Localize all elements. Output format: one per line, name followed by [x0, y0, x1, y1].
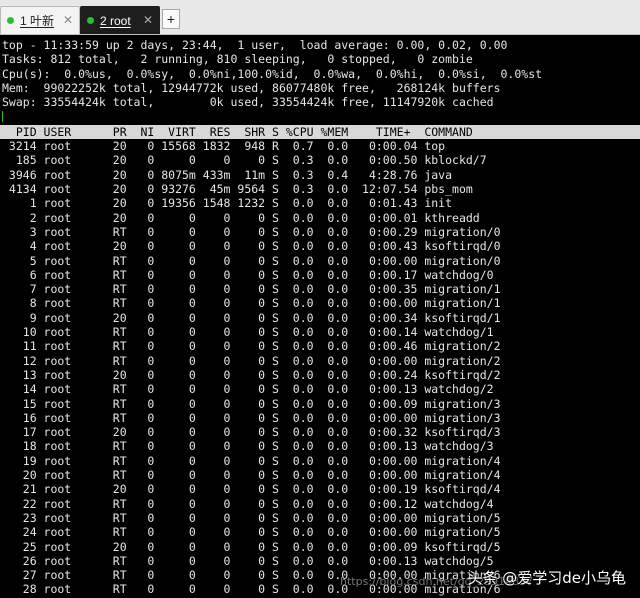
process-row: 3214 root 20 0 15568 1832 948 R 0.7 0.0 … — [2, 139, 446, 154]
process-row: 2 root 20 0 0 0 0 S 0.0 0.0 0:00.01 kthr… — [2, 210, 480, 225]
process-table-header: PID USER PR NI VIRT RES SHR S %CPU %MEM … — [0, 124, 640, 140]
process-row: 8 root RT 0 0 0 0 S 0.0 0.0 0:00.00 migr… — [2, 296, 501, 311]
terminal-cursor — [2, 111, 3, 122]
process-row: 15 root RT 0 0 0 0 S 0.0 0.0 0:00.09 mig… — [2, 396, 501, 411]
process-row: 20 root RT 0 0 0 0 S 0.0 0.0 0:00.00 mig… — [2, 468, 501, 482]
summary-line: Tasks: 812 total, 2 running, 810 sleepin… — [2, 52, 473, 67]
summary-line: Cpu(s): 0.0%us, 0.0%sy, 0.0%ni,100.0%id,… — [2, 66, 543, 81]
process-row: 10 root RT 0 0 0 0 S 0.0 0.0 0:00.14 wat… — [2, 325, 494, 339]
close-icon[interactable]: ✕ — [63, 13, 73, 27]
tab-label: 2 root — [100, 13, 131, 28]
tab-session-2[interactable]: 2 root ✕ — [80, 6, 160, 34]
tab-bar: 1 叶新 ✕ 2 root ✕ + — [0, 0, 640, 35]
process-row: 17 root 20 0 0 0 0 S 0.0 0.0 0:00.32 kso… — [2, 425, 501, 440]
summary-line: top - 11:33:59 up 2 days, 23:44, 1 user,… — [2, 38, 508, 52]
process-row: 4 root 20 0 0 0 0 S 0.0 0.0 0:00.43 ksof… — [2, 239, 501, 254]
process-row: 21 root 20 0 0 0 0 S 0.0 0.0 0:00.19 kso… — [2, 482, 501, 497]
process-row: 4134 root 20 0 93276 45m 9564 S 0.3 0.0 … — [2, 182, 473, 196]
watermark: 头条 @爱学习de小乌龟 — [467, 569, 626, 587]
summary-line: Swap: 33554424k total, 0k used, 33554424… — [2, 95, 494, 110]
process-row: 7 root RT 0 0 0 0 S 0.0 0.0 0:00.35 migr… — [2, 282, 501, 297]
process-row: 9 root 20 0 0 0 0 S 0.0 0.0 0:00.34 ksof… — [2, 310, 501, 325]
process-row: 1 root 20 0 19356 1548 1232 S 0.0 0.0 0:… — [2, 196, 453, 211]
process-row: 16 root RT 0 0 0 0 S 0.0 0.0 0:00.00 mig… — [2, 410, 501, 425]
process-row: 14 root RT 0 0 0 0 S 0.0 0.0 0:00.13 wat… — [2, 382, 494, 397]
process-row: 22 root RT 0 0 0 0 S 0.0 0.0 0:00.12 wat… — [2, 496, 494, 511]
process-row: 18 root RT 0 0 0 0 S 0.0 0.0 0:00.13 wat… — [2, 439, 494, 454]
process-row: 26 root RT 0 0 0 0 S 0.0 0.0 0:00.13 wat… — [2, 553, 494, 568]
tab-label: 1 叶新 — [20, 14, 55, 28]
process-row: 3946 root 20 0 8075m 433m 11m S 0.3 0.4 … — [2, 167, 453, 182]
summary-line: Mem: 99022252k total, 12944772k used, 86… — [2, 80, 501, 95]
process-row: 6 root RT 0 0 0 0 S 0.0 0.0 0:00.17 watc… — [2, 267, 494, 282]
process-row: 11 root RT 0 0 0 0 S 0.0 0.0 0:00.46 mig… — [2, 339, 501, 354]
process-row: 3 root RT 0 0 0 0 S 0.0 0.0 0:00.29 migr… — [2, 224, 501, 239]
connected-status-icon — [7, 17, 14, 24]
tab-session-1[interactable]: 1 叶新 ✕ — [0, 6, 80, 34]
new-tab-button[interactable]: + — [162, 9, 180, 29]
process-row: 185 root 20 0 0 0 0 S 0.3 0.0 0:00.50 kb… — [2, 153, 487, 168]
process-row: 25 root 20 0 0 0 0 S 0.0 0.0 0:00.09 kso… — [2, 539, 501, 554]
process-row: 12 root RT 0 0 0 0 S 0.0 0.0 0:00.00 mig… — [2, 353, 501, 368]
process-row: 5 root RT 0 0 0 0 S 0.0 0.0 0:00.00 migr… — [2, 253, 501, 268]
process-row: 13 root 20 0 0 0 0 S 0.0 0.0 0:00.24 kso… — [2, 367, 501, 382]
connected-status-icon — [87, 17, 94, 24]
process-row: 19 root RT 0 0 0 0 S 0.0 0.0 0:00.00 mig… — [2, 453, 501, 468]
process-row: 24 root RT 0 0 0 0 S 0.0 0.0 0:00.00 mig… — [2, 525, 501, 540]
process-row: 23 root RT 0 0 0 0 S 0.0 0.0 0:00.00 mig… — [2, 510, 501, 525]
close-icon[interactable]: ✕ — [143, 13, 153, 27]
terminal-output[interactable]: Swap: 33554424k total, 0k used, 33554424… — [0, 35, 640, 598]
